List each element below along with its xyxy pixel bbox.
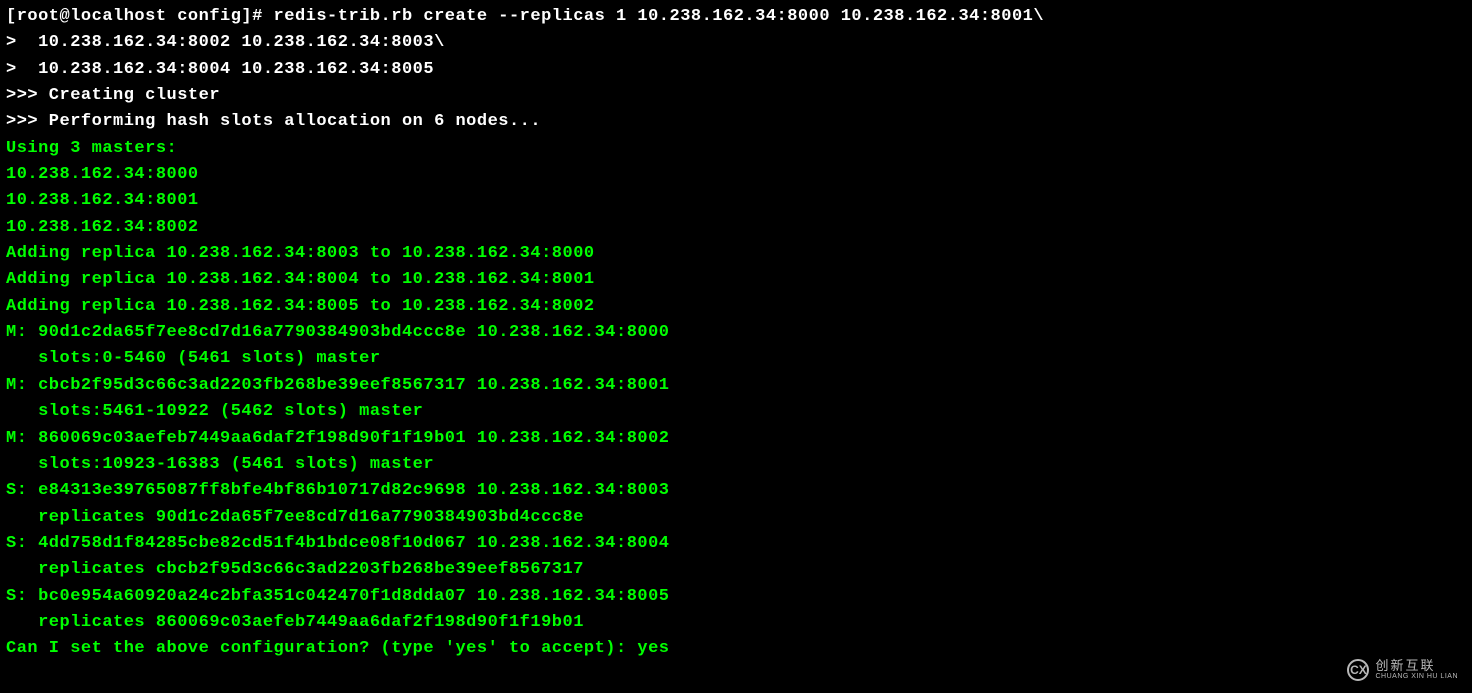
master-node-1-id: M: 90d1c2da65f7ee8cd7d16a7790384903bd4cc… xyxy=(6,320,1466,346)
status-performing: >>> Performing hash slots allocation on … xyxy=(6,109,1466,135)
master-node-3-id: M: 860069c03aefeb7449aa6daf2f198d90f1f19… xyxy=(6,426,1466,452)
add-replica-2: Adding replica 10.238.162.34:8004 to 10.… xyxy=(6,267,1466,293)
watermark-text: 创新互联 CHUANG XIN HU LIAN xyxy=(1375,659,1458,681)
command-line-3: > 10.238.162.34:8004 10.238.162.34:8005 xyxy=(6,57,1466,83)
master-address-2: 10.238.162.34:8001 xyxy=(6,188,1466,214)
master-node-2-id: M: cbcb2f95d3c66c3ad2203fb268be39eef8567… xyxy=(6,373,1466,399)
command-line-1: [root@localhost config]# redis-trib.rb c… xyxy=(6,4,1466,30)
command-line-2: > 10.238.162.34:8002 10.238.162.34:8003\ xyxy=(6,30,1466,56)
watermark-icon: CX xyxy=(1347,659,1369,681)
master-node-3-slots: slots:10923-16383 (5461 slots) master xyxy=(6,452,1466,478)
slave-node-1-id: S: e84313e39765087ff8bfe4bf86b10717d82c9… xyxy=(6,478,1466,504)
master-address-1: 10.238.162.34:8000 xyxy=(6,162,1466,188)
master-address-3: 10.238.162.34:8002 xyxy=(6,215,1466,241)
slave-node-2-replicates: replicates cbcb2f95d3c66c3ad2203fb268be3… xyxy=(6,557,1466,583)
slave-node-3-replicates: replicates 860069c03aefeb7449aa6daf2f198… xyxy=(6,610,1466,636)
using-masters-label: Using 3 masters: xyxy=(6,136,1466,162)
add-replica-3: Adding replica 10.238.162.34:8005 to 10.… xyxy=(6,294,1466,320)
terminal-output[interactable]: [root@localhost config]# redis-trib.rb c… xyxy=(6,4,1466,663)
slave-node-3-id: S: bc0e954a60920a24c2bfa351c042470f1d8dd… xyxy=(6,584,1466,610)
master-node-1-slots: slots:0-5460 (5461 slots) master xyxy=(6,346,1466,372)
master-node-2-slots: slots:5461-10922 (5462 slots) master xyxy=(6,399,1466,425)
status-creating: >>> Creating cluster xyxy=(6,83,1466,109)
confirm-prompt: Can I set the above configuration? (type… xyxy=(6,636,1466,662)
watermark-text-bottom: CHUANG XIN HU LIAN xyxy=(1375,673,1458,681)
watermark-text-top: 创新互联 xyxy=(1375,659,1458,673)
add-replica-1: Adding replica 10.238.162.34:8003 to 10.… xyxy=(6,241,1466,267)
watermark-logo: CX 创新互联 CHUANG XIN HU LIAN xyxy=(1347,659,1458,681)
slave-node-2-id: S: 4dd758d1f84285cbe82cd51f4b1bdce08f10d… xyxy=(6,531,1466,557)
slave-node-1-replicates: replicates 90d1c2da65f7ee8cd7d16a7790384… xyxy=(6,505,1466,531)
